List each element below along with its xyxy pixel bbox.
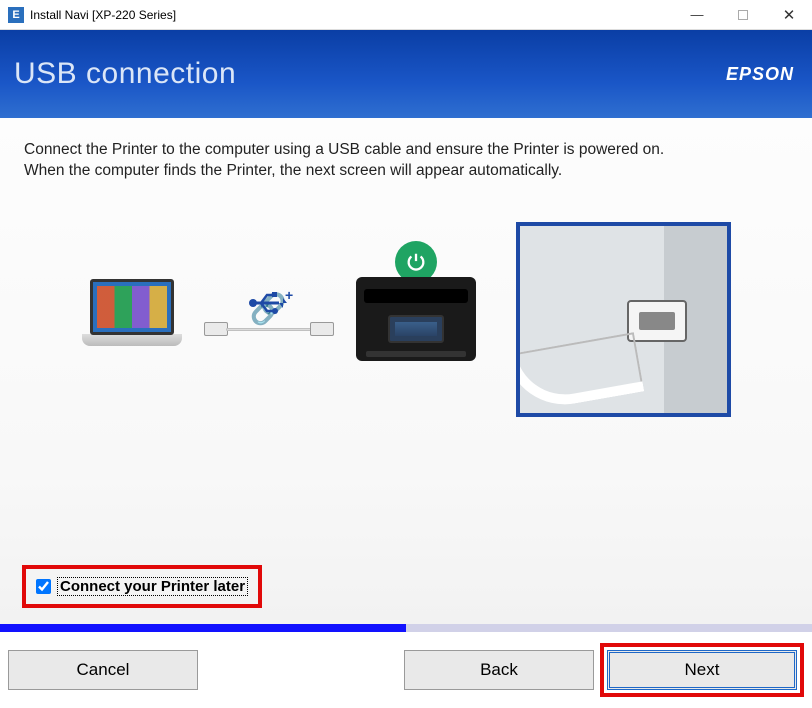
minimize-button[interactable]: — xyxy=(674,0,720,30)
highlight-box: Next xyxy=(600,643,804,697)
laptop-icon xyxy=(82,279,182,359)
progress-bar xyxy=(0,624,812,632)
maximize-icon xyxy=(738,10,748,20)
connection-illustration: 🔗+ xyxy=(82,277,476,361)
app-icon: E xyxy=(8,7,24,23)
minimize-icon: — xyxy=(691,7,704,22)
usb-cable-icon: 🔗+ xyxy=(204,294,334,344)
connect-later-label[interactable]: Connect your Printer later xyxy=(57,577,248,596)
printer-icon xyxy=(356,277,476,361)
wizard-footer: Cancel Back Next xyxy=(0,632,812,708)
instruction-line: Connect the Printer to the computer usin… xyxy=(24,140,788,161)
connect-later-section: Connect your Printer later xyxy=(22,565,262,608)
window-title: Install Navi [XP-220 Series] xyxy=(30,8,176,22)
wizard-content: Connect the Printer to the computer usin… xyxy=(0,118,812,624)
close-icon: ✕ xyxy=(783,6,796,24)
maximize-button[interactable] xyxy=(720,0,766,30)
connect-later-checkbox[interactable] xyxy=(36,579,51,594)
usb-trident-icon xyxy=(247,290,291,316)
usb-port-icon xyxy=(627,300,687,342)
instruction-line: When the computer finds the Printer, the… xyxy=(24,161,788,182)
window-titlebar: E Install Navi [XP-220 Series] — ✕ xyxy=(0,0,812,30)
instruction-text: Connect the Printer to the computer usin… xyxy=(24,140,788,182)
back-button[interactable]: Back xyxy=(404,650,594,690)
next-button[interactable]: Next xyxy=(607,650,797,690)
usb-port-closeup-image xyxy=(516,222,731,417)
wizard-header: USB connection EPSON xyxy=(0,30,812,118)
page-title: USB connection xyxy=(14,57,236,91)
brand-logo: EPSON xyxy=(726,64,794,85)
highlight-box: Connect your Printer later xyxy=(22,565,262,608)
cancel-button[interactable]: Cancel xyxy=(8,650,198,690)
close-button[interactable]: ✕ xyxy=(766,0,812,30)
illustration-row: 🔗+ xyxy=(24,222,788,417)
